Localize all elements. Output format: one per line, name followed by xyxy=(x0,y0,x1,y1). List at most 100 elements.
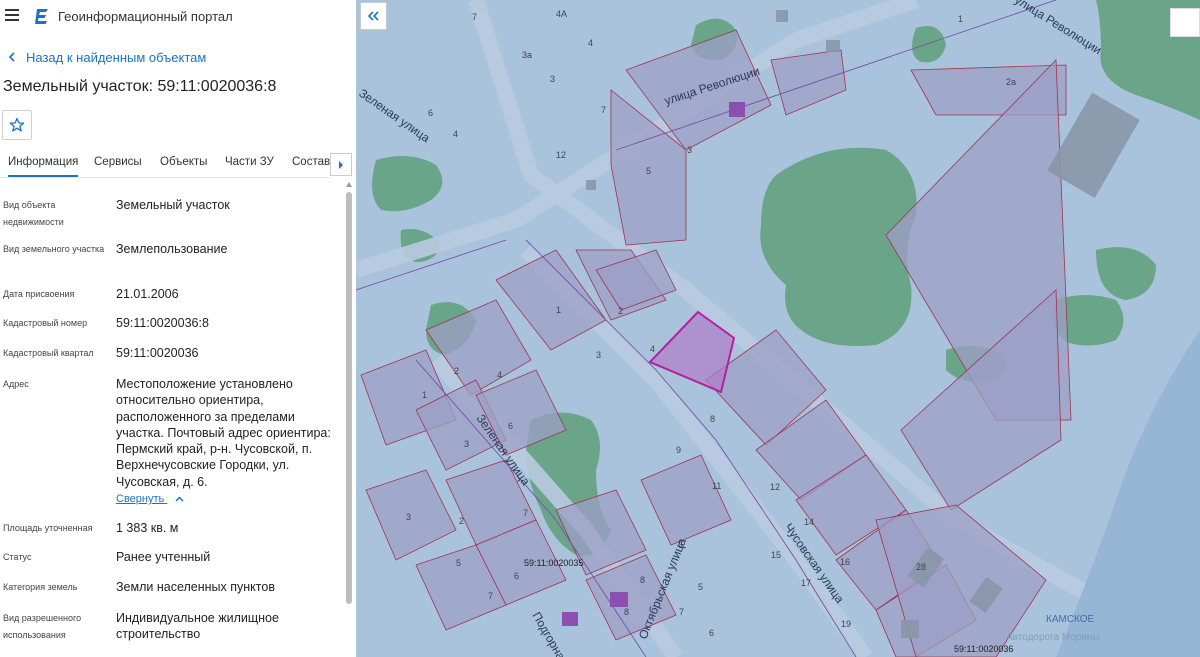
top-bar: Геоинформационный портал xyxy=(0,0,356,34)
building-highlight xyxy=(610,592,628,607)
tab-composition[interactable]: Состав xyxy=(292,156,330,168)
house-number: 4 xyxy=(453,129,458,139)
house-number: 3 xyxy=(596,350,601,360)
house-number: 3 xyxy=(464,439,469,449)
house-number: 4 xyxy=(497,370,502,380)
house-number: 17 xyxy=(801,578,811,588)
field-label-object-type: Вид объекта недвижимости xyxy=(3,200,64,227)
building xyxy=(826,40,840,52)
field-value-permitted-use: Индивидуальное жилищное строительство xyxy=(116,611,279,642)
house-number: 7 xyxy=(601,105,606,115)
house-number: 8 xyxy=(640,575,645,585)
land-parcel xyxy=(770,49,847,116)
green-area xyxy=(372,156,443,212)
field-label-assign-date: Дата присвоения xyxy=(3,289,75,299)
house-number: 6 xyxy=(508,421,513,431)
building-highlight xyxy=(729,102,745,117)
building xyxy=(901,620,919,638)
address-collapse-link[interactable]: Свернуть xyxy=(116,493,184,505)
road-label: Автодорога Морины xyxy=(1006,632,1100,643)
house-number: 9 xyxy=(676,445,681,455)
star-icon xyxy=(9,117,25,132)
portal-logo-icon xyxy=(35,9,48,24)
scroll-up-arrow-icon[interactable] xyxy=(346,182,352,187)
building-highlight xyxy=(562,612,578,626)
chevron-up-icon xyxy=(175,496,184,502)
house-number: 7 xyxy=(488,591,493,601)
house-number: 1 xyxy=(556,305,561,315)
house-number: 28 xyxy=(916,562,926,572)
field-value-assign-date: 21.01.2006 xyxy=(116,287,179,301)
field-label-land-category: Категория земель xyxy=(3,582,78,592)
house-number: 5 xyxy=(456,558,461,568)
field-value-cadastral-quarter: 59:11:0020036 xyxy=(116,346,199,360)
street-label: Зеленая улица xyxy=(356,86,433,145)
app-title: Геоинформационный портал xyxy=(58,9,233,24)
map-tool-button[interactable] xyxy=(1170,8,1200,37)
house-number: 3а xyxy=(522,50,532,60)
back-to-results-link[interactable]: Назад к найденным объектам xyxy=(6,50,206,65)
house-number: 6 xyxy=(514,571,519,581)
house-number: 8 xyxy=(624,607,629,617)
field-value-land-category: Земли населенных пунктов xyxy=(116,580,275,594)
favorite-button[interactable] xyxy=(2,110,32,140)
green-area xyxy=(1096,247,1156,300)
house-number: 19 xyxy=(841,619,851,629)
house-number: 4 xyxy=(588,38,593,48)
cadastral-quarter-label: 59:11:0020035 xyxy=(524,558,583,568)
house-number: 2 xyxy=(454,366,459,376)
building xyxy=(586,180,596,190)
house-number: 4А xyxy=(556,9,567,19)
house-number: 12 xyxy=(556,150,566,160)
tab-parts[interactable]: Части ЗУ xyxy=(225,156,274,168)
house-number: 7 xyxy=(679,607,684,617)
house-number: 14 xyxy=(804,517,814,527)
map-view[interactable]: 7 4А 4 1 3а 3 2а 6 4 12 7 3 5 1 2 4 3 2 … xyxy=(356,0,1200,657)
house-number: 16 xyxy=(840,557,850,567)
tab-services[interactable]: Сервисы xyxy=(94,156,142,168)
field-value-cadastral-number: 59:11:0020036:8 xyxy=(116,316,209,330)
river-label: КАМСКОЕ xyxy=(1046,614,1095,625)
cadastral-quarter-label: 59:11:0020036 xyxy=(954,644,1013,654)
field-value-object-type: Земельный участок xyxy=(116,198,230,212)
building xyxy=(776,10,788,22)
house-number: 5 xyxy=(646,166,651,176)
field-label-area: Площадь уточненная xyxy=(3,523,93,533)
house-number: 1 xyxy=(422,390,427,400)
house-number: 5 xyxy=(698,582,703,592)
menu-icon[interactable] xyxy=(5,9,19,23)
back-label: Назад к найденным объектам xyxy=(26,50,207,65)
house-number: 3 xyxy=(687,145,692,155)
tab-info[interactable]: Информация xyxy=(8,156,79,177)
collapse-panel-button[interactable] xyxy=(360,2,387,30)
field-label-cadastral-number: Кадастровый номер xyxy=(3,318,88,328)
field-label-permitted-use: Вид разрешенного использования xyxy=(3,613,82,640)
chevron-left-icon xyxy=(8,52,15,62)
house-number: 2 xyxy=(459,516,464,526)
house-number: 7 xyxy=(472,12,477,22)
map-canvas[interactable]: 7 4А 4 1 3а 3 2а 6 4 12 7 3 5 1 2 4 3 2 … xyxy=(356,0,1200,657)
tab-objects[interactable]: Объекты xyxy=(160,156,207,168)
green-area xyxy=(912,26,946,63)
house-number: 8 xyxy=(710,414,715,424)
panel-scrollbar-thumb[interactable] xyxy=(346,192,352,604)
house-number: 2 xyxy=(618,306,623,316)
field-value-status: Ранее учтенный xyxy=(116,550,211,564)
house-number: 3 xyxy=(406,512,411,522)
field-label-status: Статус xyxy=(3,552,32,562)
house-number: 4 xyxy=(650,344,655,354)
field-value-address: Местоположение установлено относительно … xyxy=(116,377,331,489)
street-label: улица Революции xyxy=(1012,0,1104,57)
collapse-label: Свернуть xyxy=(116,493,165,505)
river xyxy=(1056,330,1200,657)
double-chevron-left-icon xyxy=(367,11,379,21)
field-label-address: Адрес xyxy=(3,379,29,389)
tabs-next-button[interactable] xyxy=(330,153,352,176)
field-value-area: 1 383 кв. м xyxy=(116,521,179,535)
house-number: 15 xyxy=(771,550,781,560)
tab-bar: Информация Сервисы Объекты Части ЗУ Сост… xyxy=(0,150,330,178)
info-panel: Геоинформационный портал Назад к найденн… xyxy=(0,0,356,657)
field-label-cadastral-quarter: Кадастровый квартал xyxy=(3,348,94,358)
object-title: Земельный участок: 59:11:0020036:8 xyxy=(3,78,277,95)
house-number: 3 xyxy=(550,74,555,84)
